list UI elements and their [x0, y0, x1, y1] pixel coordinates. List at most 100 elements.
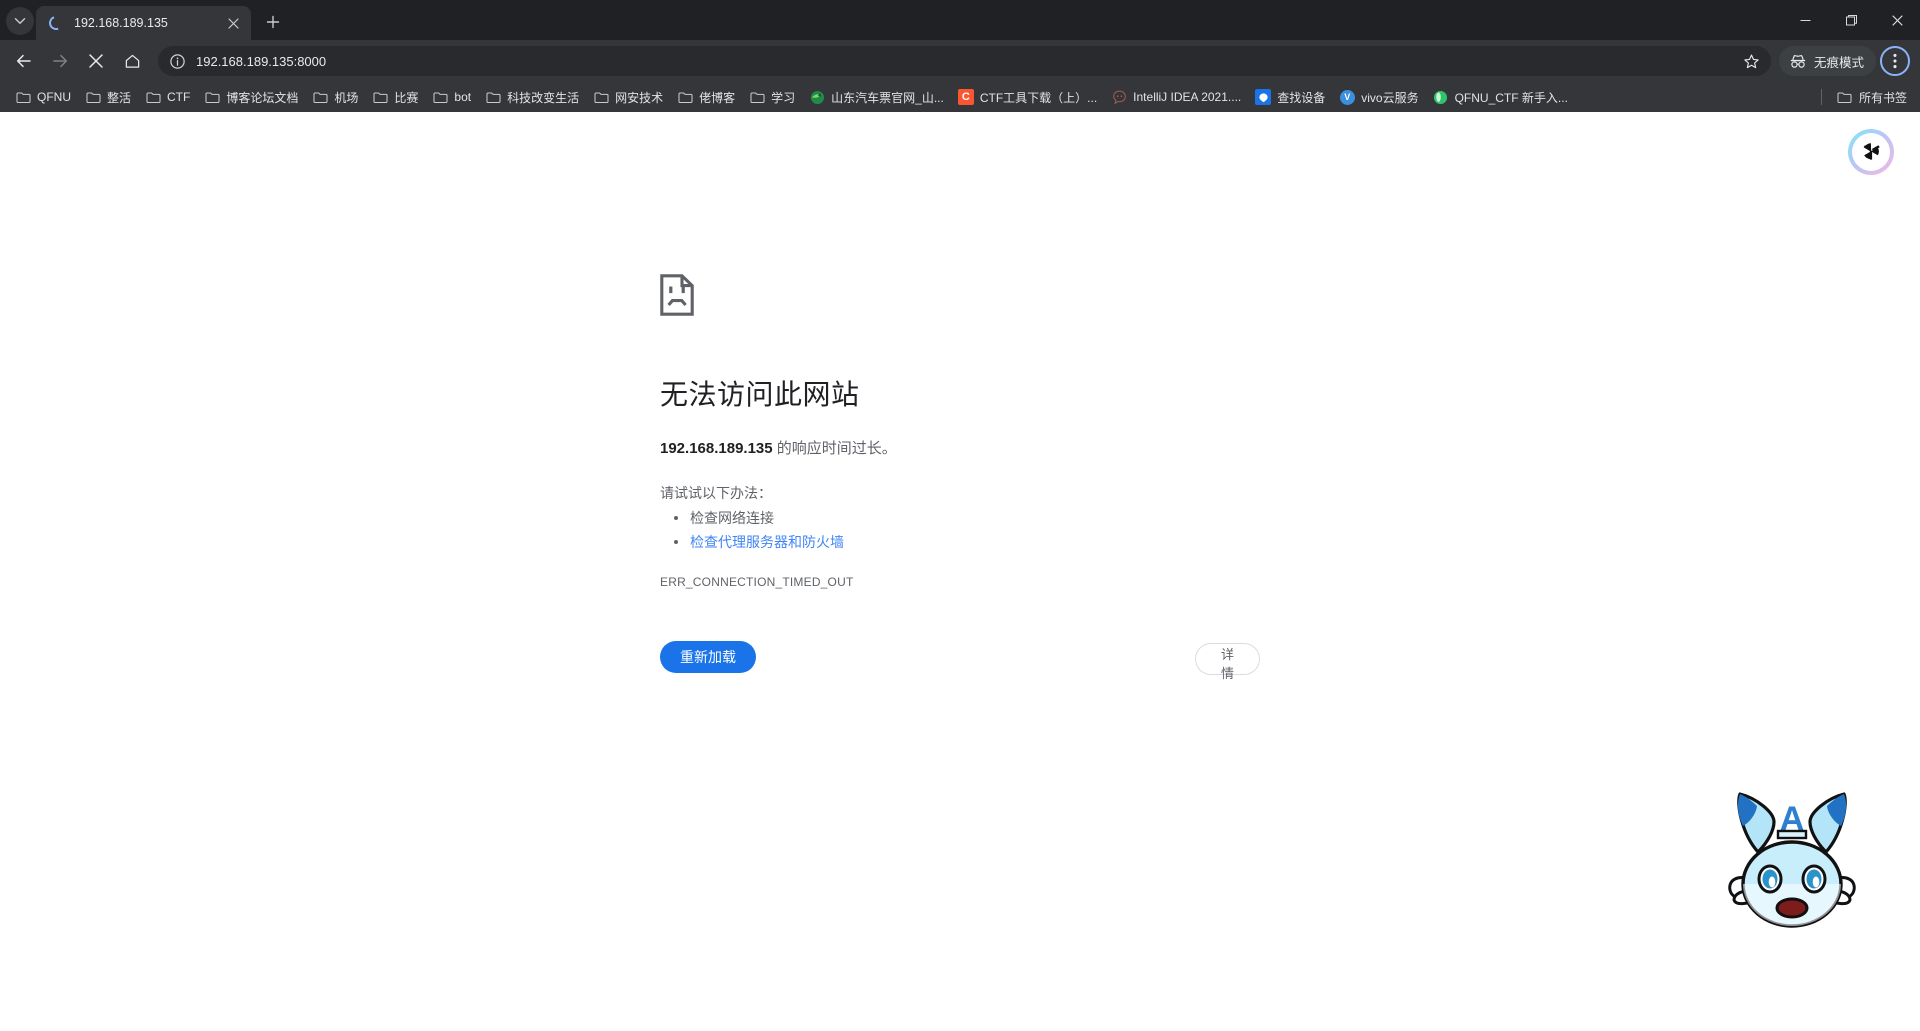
bookmark-item[interactable]: 佬博客	[670, 85, 742, 109]
close-icon	[88, 53, 104, 69]
folder-icon	[372, 89, 388, 105]
blue-mascot-icon: A	[1712, 786, 1872, 931]
window-close-button[interactable]	[1874, 0, 1920, 40]
bookmark-item[interactable]: QFNU	[8, 85, 78, 109]
arrow-left-icon	[15, 52, 33, 70]
bookmark-item[interactable]: V vivo云服务	[1332, 85, 1425, 109]
incognito-icon	[1789, 54, 1807, 69]
folder-icon	[677, 89, 693, 105]
error-code: ERR_CONNECTION_TIMED_OUT	[660, 575, 1260, 589]
csdn-badge: C	[958, 89, 974, 105]
bookmark-label: 比赛	[394, 89, 418, 106]
bookmark-item[interactable]: IntelliJ IDEA 2021....	[1104, 85, 1248, 109]
bookmark-label: 网安技术	[615, 89, 663, 106]
bookmark-item[interactable]: 博客论坛文档	[197, 85, 305, 109]
bookmark-item[interactable]: bot	[425, 85, 478, 109]
site-favicon-icon	[1433, 89, 1449, 105]
tab-loading-spinner-icon	[48, 15, 64, 31]
maximize-icon	[1846, 15, 1857, 26]
bookmark-item[interactable]: 山东汽车票官网_山...	[802, 85, 951, 109]
home-button[interactable]	[117, 46, 147, 76]
folder-icon	[15, 89, 31, 105]
star-icon	[1743, 53, 1760, 70]
close-icon	[1892, 15, 1903, 26]
suggestions-heading: 请试试以下办法：	[660, 483, 1260, 503]
site-info-icon[interactable]	[166, 50, 188, 72]
error-host: 192.168.189.135	[660, 440, 773, 457]
forward-button	[45, 46, 75, 76]
page-title: 无法访问此网站	[660, 373, 1260, 413]
site-favicon-icon	[809, 89, 825, 105]
folder-icon	[593, 89, 609, 105]
window-minimize-button[interactable]	[1782, 0, 1828, 40]
more-vertical-icon	[1893, 53, 1897, 69]
error-page: 无法访问此网站 192.168.189.135 的响应时间过长。 请试试以下办法…	[660, 274, 1260, 681]
bookmark-label: CTF工具下载（上）...	[980, 89, 1097, 106]
bookmark-label: 查找设备	[1277, 89, 1325, 106]
folder-icon	[749, 89, 765, 105]
arrow-right-icon	[51, 52, 69, 70]
folder-icon	[432, 89, 448, 105]
folder-icon	[85, 89, 101, 105]
site-favicon-icon: C	[958, 89, 974, 105]
bookmark-item[interactable]: 机场	[305, 85, 365, 109]
bookmark-label: 学习	[771, 89, 795, 106]
page-viewport: 无法访问此网站 192.168.189.135 的响应时间过长。 请试试以下办法…	[0, 112, 1920, 1031]
browser-tab[interactable]: 192.168.189.135	[36, 6, 251, 40]
bookmark-item[interactable]: 科技改变生活	[478, 85, 586, 109]
sad-page-icon	[660, 274, 1260, 321]
window-controls	[1782, 0, 1920, 40]
folder-icon	[145, 89, 161, 105]
bookmark-item[interactable]: 比赛	[365, 85, 425, 109]
minimize-icon	[1800, 15, 1811, 26]
site-favicon-icon	[1255, 89, 1271, 105]
proxy-settings-link[interactable]: 检查代理服务器和防火墙	[660, 532, 1260, 552]
stop-loading-button[interactable]	[81, 46, 111, 76]
bookmark-item[interactable]: QFNU_CTF 新手入...	[1426, 85, 1575, 109]
chevron-down-icon	[14, 15, 26, 27]
details-button[interactable]: 详情	[1195, 643, 1260, 675]
bookmark-label: bot	[454, 90, 471, 104]
url-text[interactable]: 192.168.189.135:8000	[196, 54, 1739, 69]
bookmark-label: 机场	[334, 89, 358, 106]
bookmark-label: 博客论坛文档	[226, 89, 298, 106]
tab-strip: 192.168.189.135	[0, 0, 1920, 40]
find-device-badge	[1255, 89, 1271, 105]
home-icon	[124, 53, 141, 70]
site-favicon-icon: V	[1339, 89, 1355, 105]
info-circle-icon	[169, 53, 186, 70]
divider	[1821, 89, 1822, 105]
folder-icon	[1837, 89, 1853, 105]
folder-icon	[485, 89, 501, 105]
bookmark-label: QFNU_CTF 新手入...	[1455, 89, 1568, 106]
all-bookmarks-button[interactable]: 所有书签	[1830, 85, 1914, 109]
window-maximize-button[interactable]	[1828, 0, 1874, 40]
bookmark-item[interactable]: CTF	[138, 85, 197, 109]
bookmarks-bar: QFNU 整活 CTF 博客论坛文档 机场 比赛 bot 科技改变生活 网安技术…	[0, 82, 1920, 112]
address-bar[interactable]: 192.168.189.135:8000	[158, 46, 1771, 76]
bookmark-label: 整活	[107, 89, 131, 106]
folder-icon	[204, 89, 220, 105]
chrome-menu-button[interactable]	[1880, 46, 1910, 76]
bookmark-item[interactable]: 学习	[742, 85, 802, 109]
error-subtitle-rest: 的响应时间过长。	[773, 440, 897, 457]
browser-toolbar: 192.168.189.135:8000 无痕模式	[0, 40, 1920, 82]
bookmark-label: CTF	[167, 90, 190, 104]
extension-floating-button[interactable]	[1848, 129, 1894, 175]
tab-search-button[interactable]	[6, 7, 34, 35]
tab-close-icon[interactable]	[223, 13, 243, 33]
bookmark-star-button[interactable]	[1739, 48, 1765, 74]
back-button[interactable]	[9, 46, 39, 76]
error-actions: 重新加载 详情	[660, 641, 1260, 681]
reload-button[interactable]: 重新加载	[660, 641, 756, 673]
list-item: 检查网络连接	[660, 508, 1260, 528]
incognito-indicator[interactable]: 无痕模式	[1779, 46, 1876, 76]
bookmark-item[interactable]: 整活	[78, 85, 138, 109]
bookmark-item[interactable]: C CTF工具下载（上）...	[951, 85, 1104, 109]
bookmark-label: 佬博客	[699, 89, 735, 106]
site-favicon-icon	[1111, 89, 1127, 105]
vivo-badge: V	[1340, 90, 1355, 105]
bookmark-item[interactable]: 网安技术	[586, 85, 670, 109]
new-tab-button[interactable]	[259, 8, 287, 36]
bookmark-item[interactable]: 查找设备	[1248, 85, 1332, 109]
